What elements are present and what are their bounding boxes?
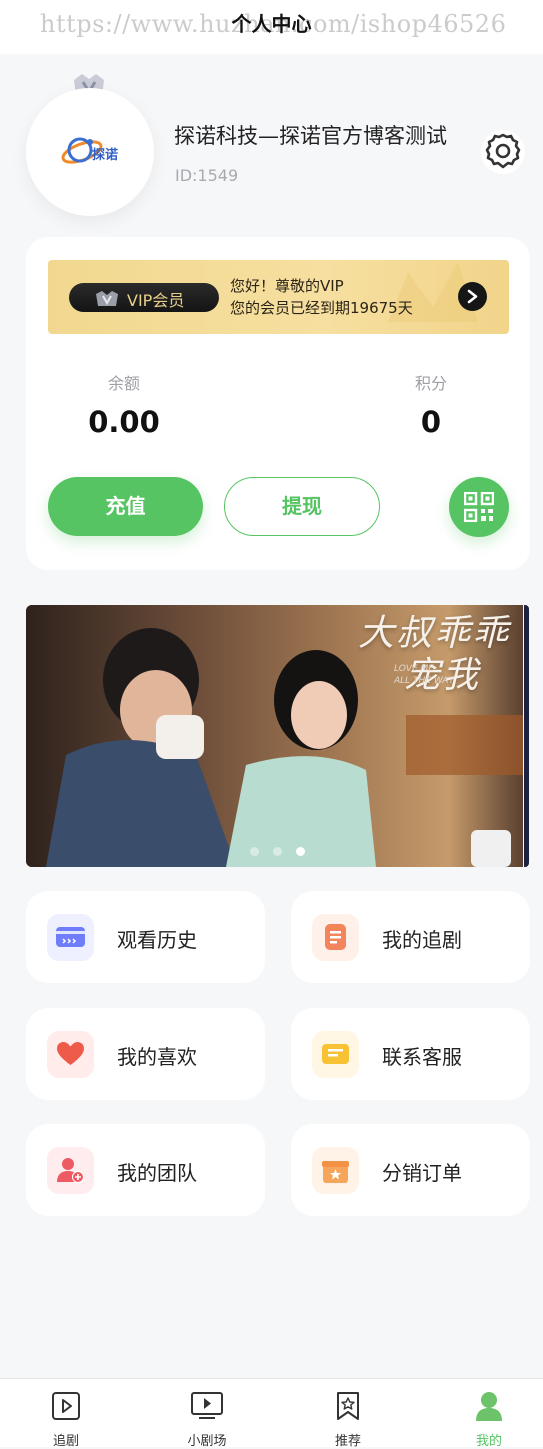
play-square-icon (52, 1392, 80, 1420)
menu-my-likes[interactable]: 我的喜欢 (26, 1008, 265, 1100)
company-logo-icon: 探诺 (61, 137, 118, 164)
carousel-dot-active[interactable] (296, 847, 305, 856)
vip-banner[interactable]: VIP会员 您好！尊敬的VIP 您的会员已经到期19675天 (48, 260, 509, 334)
heart-icon (47, 1031, 94, 1078)
user-id: ID:1549 (175, 166, 239, 185)
menu-label: 观看历史 (117, 928, 197, 952)
menu-contact-support[interactable]: 联系客服 (291, 1008, 530, 1100)
tab-label: 我的 (475, 1434, 502, 1449)
menu-watch-history[interactable]: 观看历史 (26, 891, 265, 983)
promo-banner[interactable]: 大叔乖乖 宠我 LOVE ME ALL THE WAY (26, 605, 523, 867)
menu-label: 联系客服 (382, 1045, 462, 1069)
bookmark-star-icon (337, 1392, 359, 1420)
tab-recommend[interactable]: 推荐 (308, 1379, 388, 1449)
user-icon (476, 1392, 502, 1421)
svg-text:探诺: 探诺 (92, 147, 118, 163)
gift-box-icon (312, 1147, 359, 1194)
banner-subtitle-line-2: ALL THE WAY (394, 676, 454, 686)
next-slide-peek (524, 605, 529, 867)
balance-value: 0.00 (88, 405, 160, 439)
tab-label: 小剧场 (187, 1434, 227, 1449)
tab-mine[interactable]: 我的 (449, 1379, 529, 1449)
tab-follow[interactable]: 追剧 (26, 1379, 106, 1449)
withdraw-button[interactable]: 提现 (224, 477, 380, 536)
qr-code-button[interactable] (449, 477, 509, 537)
vip-greeting: 您好！尊敬的VIP (230, 277, 344, 295)
points-label: 积分 (414, 374, 447, 393)
vip-crown-small-icon (96, 291, 118, 306)
menu-my-team[interactable]: 我的团队 (26, 1124, 265, 1216)
bottom-tab-bar: 追剧 小剧场 推荐 我的 (0, 1378, 543, 1449)
page-title: 个人中心 (231, 12, 312, 36)
vip-message: 您好！尊敬的VIP 您的会员已经到期19675天 (230, 275, 413, 319)
following-list-icon (312, 914, 359, 961)
vip-badge-label: VIP会员 (127, 291, 185, 310)
wallet-card: VIP会员 您好！尊敬的VIP 您的会员已经到期19675天 余额 0.00 积… (26, 237, 530, 570)
banner-title-line-1: 大叔乖乖 (358, 613, 511, 654)
history-icon (47, 914, 94, 961)
banner-subtitle-line-1: LOVE ME (394, 664, 434, 674)
vip-badge: VIP会员 (69, 283, 219, 312)
tab-theater[interactable]: 小剧场 (167, 1379, 247, 1449)
menu-label: 分销订单 (382, 1161, 462, 1185)
tab-label: 推荐 (334, 1434, 361, 1449)
message-icon (312, 1031, 359, 1078)
menu-label: 我的团队 (117, 1161, 197, 1185)
team-add-user-icon (47, 1147, 94, 1194)
menu-my-following[interactable]: 我的追剧 (291, 891, 530, 983)
settings-gear-icon[interactable] (480, 129, 526, 175)
tv-play-icon (191, 1392, 223, 1419)
carousel-indicator (250, 841, 319, 860)
vip-expiry: 您的会员已经到期19675天 (230, 299, 413, 317)
menu-label: 我的追剧 (382, 928, 462, 952)
carousel-dot[interactable] (250, 847, 259, 856)
carousel-dot[interactable] (273, 847, 282, 856)
chevron-right-icon (467, 289, 478, 304)
tab-label: 追剧 (52, 1434, 79, 1449)
balance-label: 余额 (107, 374, 140, 393)
user-name: 探诺科技—探诺官方博客测试 (174, 124, 447, 148)
menu-distribution-orders[interactable]: 分销订单 (291, 1124, 530, 1216)
menu-label: 我的喜欢 (117, 1045, 197, 1069)
points-value: 0 (420, 405, 442, 439)
banner-subtitle: LOVE ME ALL THE WAY (394, 663, 454, 687)
avatar[interactable]: 探诺 (26, 88, 154, 216)
vip-arrow-button[interactable] (458, 282, 487, 311)
recharge-button[interactable]: 充值 (48, 477, 203, 536)
top-bar: https://www.huzhan.com/ishop46526 个人中心 (0, 0, 543, 54)
qr-code-icon (464, 492, 494, 522)
